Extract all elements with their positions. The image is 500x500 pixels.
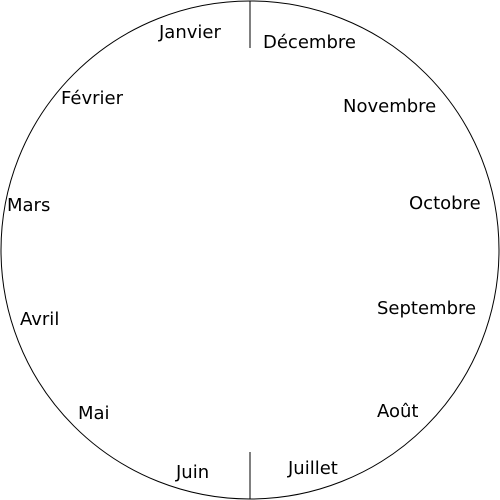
month-label-aout: Août — [377, 401, 418, 422]
month-label-mai: Mai — [78, 403, 110, 424]
month-wheel-svg: Janvier Décembre Février Novembre Mars O… — [0, 0, 500, 500]
month-label-janvier: Janvier — [158, 22, 221, 43]
month-wheel-diagram: Janvier Décembre Février Novembre Mars O… — [0, 0, 500, 500]
month-label-mars: Mars — [7, 195, 50, 216]
month-label-avril: Avril — [20, 309, 59, 330]
month-label-octobre: Octobre — [409, 193, 481, 214]
month-label-fevrier: Février — [61, 88, 124, 109]
outer-circle — [0, 0, 500, 500]
month-label-decembre: Décembre — [263, 32, 356, 53]
month-label-juillet: Juillet — [287, 458, 338, 479]
month-label-juin: Juin — [175, 462, 209, 483]
month-label-novembre: Novembre — [343, 96, 436, 117]
month-label-septembre: Septembre — [377, 298, 476, 319]
